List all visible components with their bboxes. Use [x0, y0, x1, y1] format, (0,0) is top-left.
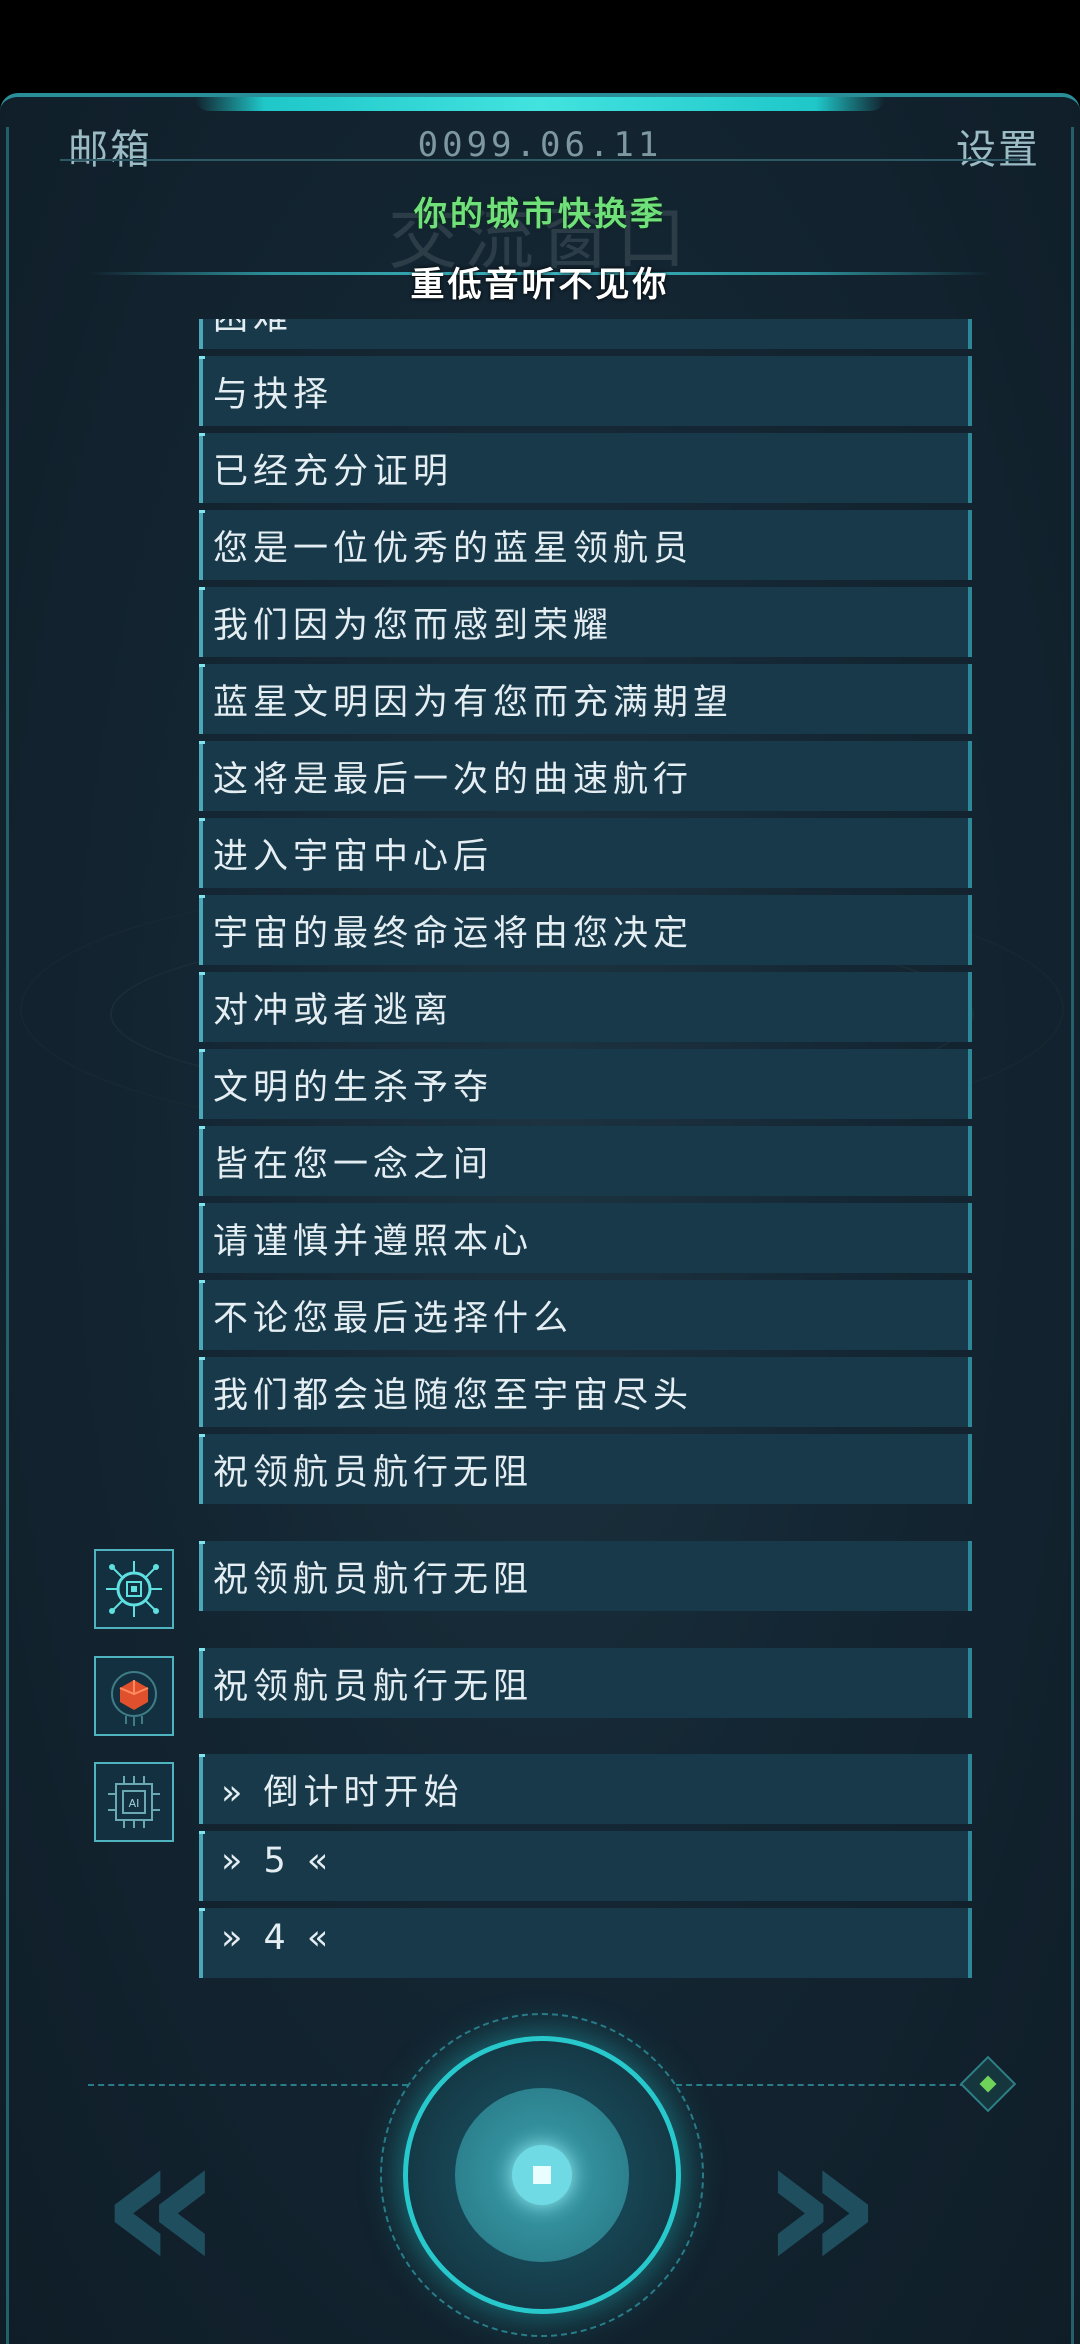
message-text: 我们都会追随您至宇宙尽头 [213, 1376, 694, 1416]
rewind-arrows-icon[interactable]: « [100, 2109, 223, 2299]
countdown-row: » 4 « [199, 1908, 972, 1978]
countdown-start-text: » 倒计时开始 [221, 1773, 464, 1813]
message-row: 文明的生杀予夺 [199, 1049, 972, 1119]
message-text: 蓝星文明因为有您而充满期望 [213, 683, 734, 723]
ai-chip-avatar: AI [94, 1762, 174, 1842]
forward-arrows-icon[interactable]: » [760, 2109, 883, 2299]
message-list[interactable]: 困难 与抉择 已经充分证明 您是一位优秀的蓝星领航员 我们因为您而感到荣耀 蓝星… [199, 319, 972, 2076]
reply-text: 祝领航员航行无阻 [213, 1667, 534, 1707]
message-row: 祝领航员航行无阻 [199, 1434, 972, 1504]
top-glow-bar [195, 97, 885, 111]
reply-text: 祝领航员航行无阻 [213, 1560, 534, 1600]
message-row: 不论您最后选择什么 [199, 1280, 972, 1350]
message-text: 您是一位优秀的蓝星领航员 [213, 529, 694, 569]
lyric-line-2: 重低音听不见你 [410, 265, 670, 305]
message-text: 困难 [213, 319, 293, 340]
message-text: 对冲或者逃离 [213, 991, 454, 1031]
ai-chip-icon: AI [108, 1776, 160, 1828]
left-rail [6, 127, 9, 2344]
game-screen: 邮箱 0099.06.11 设置 交流窗口 你的城市快换季 重低音听不见你 困难… [0, 93, 1080, 2344]
lyric-line-1: 你的城市快换季 [414, 194, 666, 233]
stop-square-icon [512, 2145, 572, 2205]
message-text: 宇宙的最终命运将由您决定 [213, 914, 694, 954]
message-row: 宇宙的最终命运将由您决定 [199, 895, 972, 965]
message-text: 这将是最后一次的曲速航行 [213, 760, 694, 800]
message-text: 皆在您一念之间 [213, 1145, 494, 1185]
message-row: 已经充分证明 [199, 433, 972, 503]
message-row: 您是一位优秀的蓝星领航员 [199, 510, 972, 580]
robot-chip-icon [106, 1561, 162, 1617]
message-row: 与抉择 [199, 356, 972, 426]
right-rail [1071, 127, 1074, 2344]
reply-row: 祝领航员航行无阻 [199, 1648, 972, 1718]
message-row: 对冲或者逃离 [199, 972, 972, 1042]
message-text: 请谨慎并遵照本心 [213, 1222, 534, 1262]
svg-text:AI: AI [129, 1797, 140, 1810]
control-line-right [676, 2084, 976, 2088]
message-text: 祝领航员航行无阻 [213, 1453, 534, 1493]
settings-button[interactable]: 设置 [956, 117, 1040, 175]
countdown-text: » 4 « [221, 1918, 334, 1958]
message-row: 蓝星文明因为有您而充满期望 [199, 664, 972, 734]
message-row: 我们因为您而感到荣耀 [199, 587, 972, 657]
message-row: 皆在您一念之间 [199, 1126, 972, 1196]
message-text: 不论您最后选择什么 [213, 1299, 574, 1339]
countdown-row: » 5 « [199, 1831, 972, 1901]
reply-row: 祝领航员航行无阻 [199, 1541, 972, 1611]
message-text: 已经充分证明 [213, 452, 454, 492]
red-cube-icon [111, 1671, 157, 1726]
countdown-text: » 5 « [221, 1841, 334, 1881]
message-row: 进入宇宙中心后 [199, 818, 972, 888]
message-row: 请谨慎并遵照本心 [199, 1203, 972, 1273]
message-row: 这将是最后一次的曲速航行 [199, 741, 972, 811]
red-cube-avatar [94, 1656, 174, 1736]
message-text: 与抉择 [213, 375, 334, 415]
message-text: 文明的生杀予夺 [213, 1068, 494, 1108]
robot-chip-avatar [94, 1549, 174, 1629]
message-text: 进入宇宙中心后 [213, 837, 494, 877]
message-row: 困难 [199, 319, 972, 349]
reply-row: » 倒计时开始 [199, 1754, 972, 1824]
message-text: 我们因为您而感到荣耀 [213, 606, 614, 646]
message-row: 我们都会追随您至宇宙尽头 [199, 1357, 972, 1427]
header-divider [60, 159, 1020, 161]
control-line-left [88, 2084, 408, 2088]
